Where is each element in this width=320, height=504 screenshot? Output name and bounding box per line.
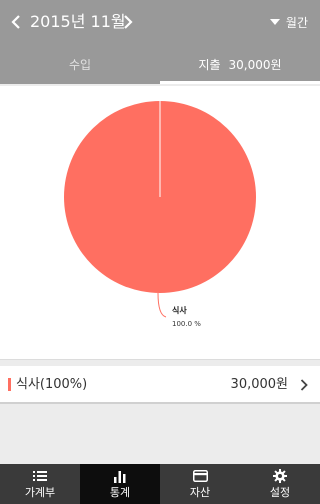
tab-expense-label: 지출 (198, 57, 221, 72)
tab-active-indicator (160, 81, 320, 84)
chart-card: 식사 100.0 % (0, 86, 320, 360)
tab-income-label: 수입 (68, 57, 92, 72)
next-month-button[interactable] (120, 12, 136, 32)
nav-assets-label: 자산 (189, 486, 211, 499)
card-icon (192, 468, 208, 484)
nav-settings-label: 설정 (269, 486, 291, 499)
category-summary-amount: 30,000원 (230, 377, 288, 392)
category-summary-label: 식사(100%) (16, 377, 88, 392)
pie-slice-label: 식사 (172, 305, 187, 315)
prev-month-button[interactable] (8, 12, 24, 32)
pie-leader-line (157, 292, 167, 318)
pie-chart: 식사 100.0 % (64, 101, 256, 328)
category-summary-row[interactable]: 식사(100%) 30,000원 (0, 366, 320, 404)
tab-income[interactable]: 수입 (0, 44, 160, 84)
nav-ledger[interactable]: 가계부 (0, 464, 80, 504)
nav-settings[interactable]: 설정 (240, 464, 320, 504)
period-select[interactable]: 월간 (269, 14, 308, 30)
tab-expense[interactable]: 지출 30,000원 (160, 44, 320, 84)
list-icon (32, 468, 48, 484)
pie-slice-percent: 100.0 % (172, 320, 201, 328)
period-label: 월간 (285, 15, 308, 30)
caret-down-icon (269, 19, 280, 25)
chevron-right-icon (300, 379, 308, 391)
chevron-left-icon (11, 15, 20, 29)
tab-bar: 수입 지출 30,000원 (0, 44, 320, 84)
bottom-nav: 가계부 통계 자산 설정 (0, 464, 320, 504)
nav-statistics[interactable]: 통계 (80, 464, 160, 504)
month-title: 2015년 11월 (30, 12, 126, 31)
nav-assets[interactable]: 자산 (160, 464, 240, 504)
nav-ledger-label: 가계부 (24, 486, 56, 499)
category-color-bar (8, 378, 11, 391)
chevron-right-icon (124, 15, 133, 29)
bar-chart-icon (112, 468, 128, 484)
tab-expense-amount: 30,000원 (228, 57, 282, 72)
app-header: 2015년 11월 월간 (0, 0, 320, 44)
nav-statistics-label: 통계 (109, 486, 131, 499)
gear-icon (272, 468, 288, 484)
